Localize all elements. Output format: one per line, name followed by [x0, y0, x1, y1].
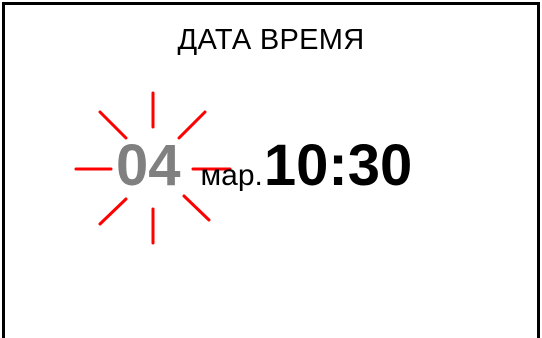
time-value[interactable]: 10:30 [264, 137, 412, 195]
blink-ray-top-right [177, 110, 207, 140]
month-value[interactable]: мар. [201, 161, 263, 191]
day-value[interactable]: 04 [116, 137, 181, 195]
datetime-row: 04 мар.10:30 [116, 137, 412, 207]
